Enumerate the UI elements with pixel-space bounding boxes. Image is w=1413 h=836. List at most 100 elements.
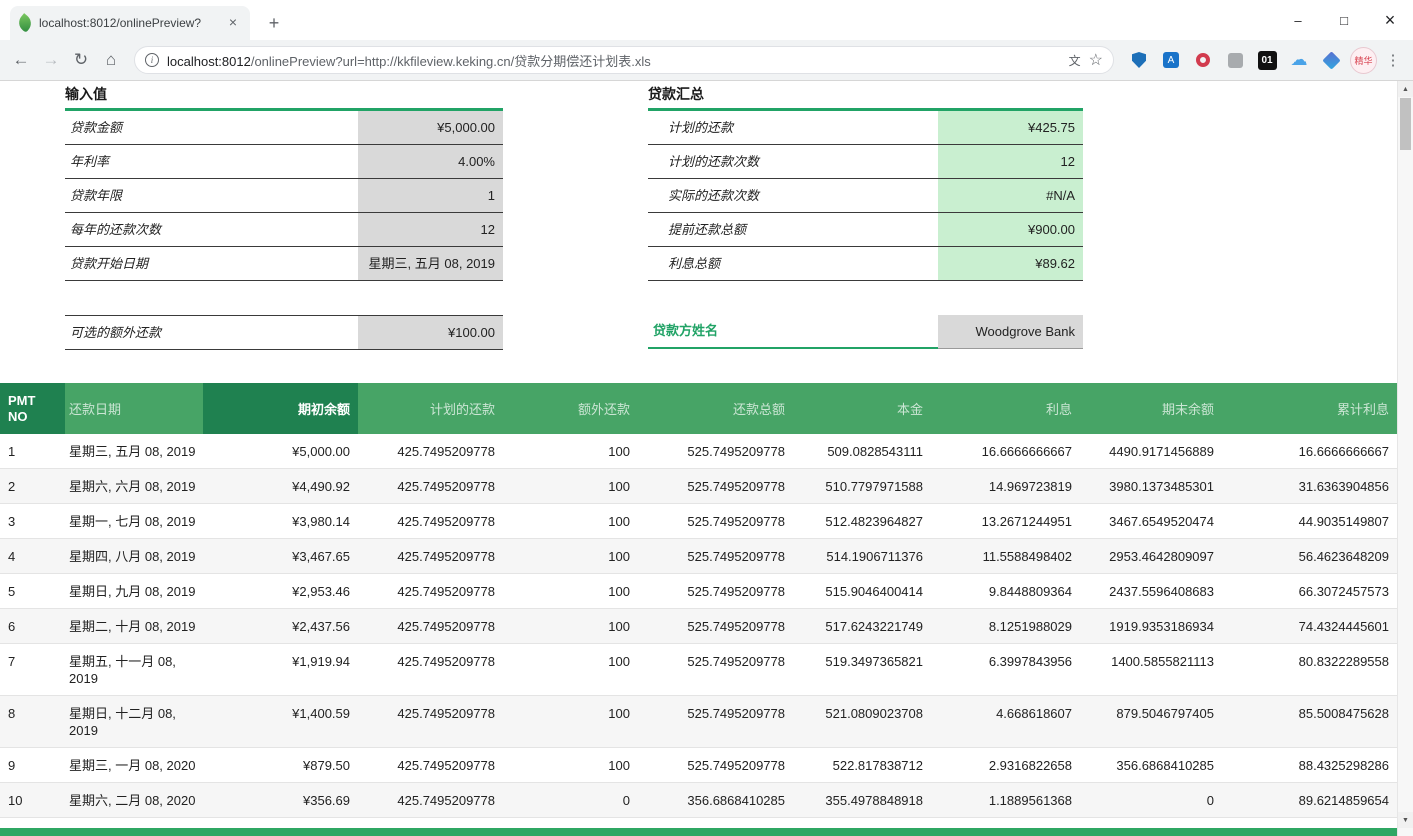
cell-interest: 9.8448809364 xyxy=(931,574,1080,608)
menu-kebab-icon[interactable]: ⋮ xyxy=(1383,51,1403,69)
cell-cumulative-interest: 31.6363904856 xyxy=(1222,469,1397,503)
translate-extension-icon[interactable]: A xyxy=(1158,46,1184,74)
cell-total-payment: 356.6868410285 xyxy=(638,783,793,817)
cell-principal: 517.6243221749 xyxy=(793,609,931,643)
cell-pmt-no: 4 xyxy=(0,539,65,573)
table-row: 6 星期二, 十月 08, 2019 ¥2,437.56 425.7495209… xyxy=(0,609,1397,644)
cell-principal: 521.0809023708 xyxy=(793,696,931,747)
cell-beginning-balance: ¥2,437.56 xyxy=(203,609,358,643)
cell-beginning-balance: ¥5,000.00 xyxy=(203,434,358,468)
tab-close-icon[interactable]: × xyxy=(224,14,242,32)
cell-extra-payment: 0 xyxy=(503,783,638,817)
extra-payment-label: 可选的额外还款 xyxy=(65,315,358,350)
cell-pmt-no: 1 xyxy=(0,434,65,468)
kkfileview-favicon xyxy=(15,13,35,33)
input-rows: 贷款金额 ¥5,000.00 年利率 4.00% 贷款年限 1 每年的 xyxy=(65,111,503,281)
spacer xyxy=(648,281,1083,315)
cell-interest: 16.6666666667 xyxy=(931,434,1080,468)
scrollbar-thumb[interactable] xyxy=(1400,98,1411,150)
cell-payment-date: 星期六, 二月 08, 2020 xyxy=(65,783,203,817)
browser-toolbar: ← → ↻ ⌂ i localhost:8012/onlinePreview?u… xyxy=(0,40,1413,81)
page-info-icon[interactable]: i xyxy=(145,53,159,67)
cell-total-payment: 525.7495209778 xyxy=(638,539,793,573)
preview-footer-bar xyxy=(0,828,1397,836)
header-payment-date: 还款日期 xyxy=(65,383,203,434)
shield-icon xyxy=(1132,52,1146,68)
home-icon[interactable]: ⌂ xyxy=(96,45,126,75)
shield-extension-icon[interactable] xyxy=(1126,46,1152,74)
badge-extension-icon[interactable]: 01 xyxy=(1254,46,1280,74)
cell-cumulative-interest: 56.4623648209 xyxy=(1222,539,1397,573)
url-host: localhost:8012 xyxy=(167,54,251,69)
summary-rows: 计划的还款 ¥425.75 计划的还款次数 12 实际的还款次数 #N/A xyxy=(648,111,1083,281)
lender-value: Woodgrove Bank xyxy=(938,315,1083,349)
scrollbar-down-icon[interactable]: ▼ xyxy=(1398,812,1413,828)
bird-extension-icon[interactable] xyxy=(1318,46,1344,74)
browser-tab[interactable]: localhost:8012/onlinePreview? × xyxy=(10,6,250,40)
cell-ending-balance: 2437.5596408683 xyxy=(1080,574,1222,608)
url-text[interactable]: localhost:8012/onlinePreview?url=http://… xyxy=(167,51,1061,70)
cell-extra-payment: 100 xyxy=(503,644,638,695)
cell-principal: 514.1906711376 xyxy=(793,539,931,573)
cell-cumulative-interest: 44.9035149807 xyxy=(1222,504,1397,538)
cell-scheduled-payment: 425.7495209778 xyxy=(358,696,503,747)
cloud-extension-icon[interactable]: ☁ xyxy=(1286,46,1312,74)
cell-extra-payment: 100 xyxy=(503,609,638,643)
input-label: 每年的还款次数 xyxy=(65,213,358,246)
header-interest: 利息 xyxy=(931,383,1080,434)
cell-scheduled-payment: 425.7495209778 xyxy=(358,434,503,468)
cell-interest: 8.1251988029 xyxy=(931,609,1080,643)
cell-extra-payment: 100 xyxy=(503,539,638,573)
input-row: 每年的还款次数 12 xyxy=(65,213,503,247)
profile-avatar[interactable]: 精华 xyxy=(1350,47,1377,74)
summary-value: #N/A xyxy=(938,179,1083,212)
maximize-button[interactable]: □ xyxy=(1321,0,1367,40)
translate-icon[interactable]: 文 xyxy=(1069,52,1081,69)
cell-cumulative-interest: 88.4325298286 xyxy=(1222,748,1397,782)
scrollbar-up-icon[interactable]: ▲ xyxy=(1398,81,1413,97)
gray-extension-icon[interactable] xyxy=(1222,46,1248,74)
tab-strip: localhost:8012/onlinePreview? × + – □ × xyxy=(0,0,1413,40)
input-value: ¥5,000.00 xyxy=(358,111,503,144)
cell-scheduled-payment: 425.7495209778 xyxy=(358,609,503,643)
ring-extension-icon[interactable] xyxy=(1190,46,1216,74)
input-value: 1 xyxy=(358,179,503,212)
input-section: 输入值 贷款金额 ¥5,000.00 年利率 4.00% 贷款年限 xyxy=(65,83,503,349)
summary-value: ¥900.00 xyxy=(938,213,1083,246)
header-pmt-no: PMT NO xyxy=(0,383,65,434)
cell-pmt-no: 8 xyxy=(0,696,65,747)
cell-total-payment: 525.7495209778 xyxy=(638,434,793,468)
table-row: 10 星期六, 二月 08, 2020 ¥356.69 425.74952097… xyxy=(0,783,1397,818)
summary-row: 实际的还款次数 #N/A xyxy=(648,179,1083,213)
close-button[interactable]: × xyxy=(1367,0,1413,40)
cell-interest: 4.668618607 xyxy=(931,696,1080,747)
reload-icon[interactable]: ↻ xyxy=(66,45,96,75)
forward-icon[interactable]: → xyxy=(36,45,66,75)
cell-pmt-no: 9 xyxy=(0,748,65,782)
cell-cumulative-interest: 85.5008475628 xyxy=(1222,696,1397,747)
cell-interest: 13.2671244951 xyxy=(931,504,1080,538)
back-icon[interactable]: ← xyxy=(6,45,36,75)
summary-label: 计划的还款 xyxy=(648,111,938,144)
minimize-button[interactable]: – xyxy=(1275,0,1321,40)
cell-cumulative-interest: 74.4324445601 xyxy=(1222,609,1397,643)
vertical-scrollbar[interactable]: ▲ ▼ xyxy=(1397,81,1413,836)
cell-interest: 11.5588498402 xyxy=(931,539,1080,573)
cell-beginning-balance: ¥356.69 xyxy=(203,783,358,817)
cell-beginning-balance: ¥879.50 xyxy=(203,748,358,782)
new-tab-button[interactable]: + xyxy=(262,12,286,36)
cell-pmt-no: 7 xyxy=(0,644,65,695)
cell-beginning-balance: ¥3,980.14 xyxy=(203,504,358,538)
bookmark-star-icon[interactable]: ☆ xyxy=(1089,50,1103,70)
summary-value: ¥89.62 xyxy=(938,247,1083,280)
address-bar[interactable]: i localhost:8012/onlinePreview?url=http:… xyxy=(134,46,1114,74)
input-label: 贷款金额 xyxy=(65,111,358,144)
cell-beginning-balance: ¥1,919.94 xyxy=(203,644,358,695)
input-value: 4.00% xyxy=(358,145,503,178)
cell-ending-balance: 3980.1373485301 xyxy=(1080,469,1222,503)
cell-beginning-balance: ¥4,490.92 xyxy=(203,469,358,503)
cell-scheduled-payment: 425.7495209778 xyxy=(358,644,503,695)
summary-label: 实际的还款次数 xyxy=(648,179,938,212)
cell-ending-balance: 3467.6549520474 xyxy=(1080,504,1222,538)
cell-principal: 522.817838712 xyxy=(793,748,931,782)
